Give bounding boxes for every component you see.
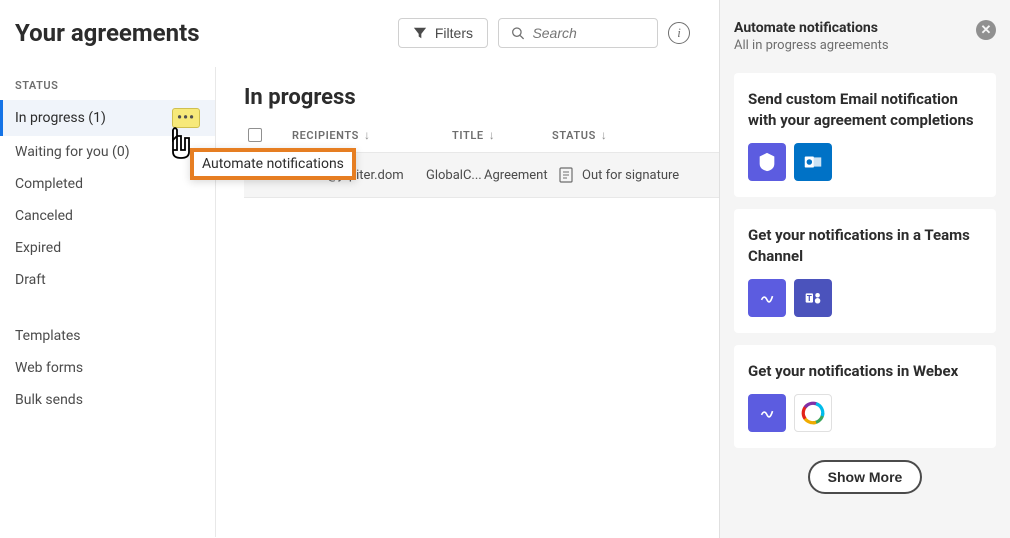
card-icons — [748, 143, 982, 181]
card-email[interactable]: Send custom Email notification with your… — [734, 73, 996, 197]
col-check — [244, 128, 292, 142]
panel-header: Automate notifications All in progress a… — [734, 20, 996, 53]
cursor-icon — [163, 122, 197, 162]
adobe-sign-icon — [748, 394, 786, 432]
card-title: Get your notifications in a Teams Channe… — [748, 225, 982, 267]
adobe-sign-icon — [748, 279, 786, 317]
close-icon[interactable]: ✕ — [976, 20, 996, 40]
filters-label: Filters — [435, 25, 473, 41]
info-icon[interactable]: i — [668, 22, 690, 44]
adobe-sign-icon — [748, 143, 786, 181]
sidebar-item-label: Expired — [15, 240, 61, 256]
outlook-icon — [794, 143, 832, 181]
sidebar-item-label: Templates — [15, 328, 81, 344]
header-controls: Filters i — [398, 18, 690, 48]
sidebar-heading: STATUS — [0, 79, 215, 100]
row-type: Agreement — [484, 168, 558, 183]
sidebar-item-expired[interactable]: Expired — [0, 232, 215, 264]
popup-label: Automate notifications — [202, 156, 344, 172]
col-recipients[interactable]: RECIPIENTS ↓ — [292, 128, 432, 142]
sidebar-item-canceled[interactable]: Canceled — [0, 200, 215, 232]
card-teams[interactable]: Get your notifications in a Teams Channe… — [734, 209, 996, 333]
sidebar-item-label: Canceled — [15, 208, 73, 224]
show-more-button[interactable]: Show More — [808, 460, 923, 494]
sidebar-item-bulksends[interactable]: Bulk sends — [0, 384, 215, 416]
sidebar-item-label: Web forms — [15, 360, 83, 376]
checkbox-all[interactable] — [248, 128, 262, 142]
svg-text:T: T — [807, 294, 812, 304]
col-label: RECIPIENTS — [292, 129, 359, 142]
filter-icon — [413, 26, 427, 40]
webex-icon — [794, 394, 832, 432]
search-input[interactable] — [532, 25, 645, 41]
document-icon — [558, 167, 574, 183]
teams-icon: T — [794, 279, 832, 317]
sort-icon: ↓ — [489, 128, 496, 142]
filters-button[interactable]: Filters — [398, 18, 488, 48]
page-title: Your agreements — [15, 19, 200, 47]
card-title: Send custom Email notification with your… — [748, 89, 982, 131]
search-icon — [511, 25, 524, 41]
card-title: Get your notifications in Webex — [748, 361, 982, 382]
col-title[interactable]: TITLE ↓ — [432, 128, 552, 142]
sidebar-item-label: Completed — [15, 176, 83, 192]
right-panel: Automate notifications All in progress a… — [719, 0, 1010, 538]
card-webex[interactable]: Get your notifications in Webex — [734, 345, 996, 448]
col-label: STATUS — [552, 129, 596, 142]
sidebar-item-completed[interactable]: Completed — [0, 168, 215, 200]
sidebar-group: Templates Web forms Bulk sends — [0, 320, 215, 416]
panel-subtitle: All in progress agreements — [734, 38, 889, 53]
panel-title: Automate notifications — [734, 20, 889, 36]
card-icons: T — [748, 279, 982, 317]
popup-automate-notifications[interactable]: Automate notifications — [190, 148, 356, 180]
card-icons — [748, 394, 982, 432]
sort-icon: ↓ — [601, 128, 608, 142]
sidebar-item-label: Bulk sends — [15, 392, 83, 408]
col-label: TITLE — [452, 129, 484, 142]
search-box[interactable] — [498, 18, 658, 48]
sidebar-item-templates[interactable]: Templates — [0, 320, 215, 352]
sort-icon: ↓ — [364, 128, 371, 142]
sidebar-item-draft[interactable]: Draft — [0, 264, 215, 296]
col-status[interactable]: STATUS ↓ — [552, 128, 692, 142]
row-title: GlobalC... — [426, 168, 484, 183]
sidebar-item-label: In progress (1) — [15, 110, 106, 126]
sidebar-item-label: Waiting for you (0) — [15, 144, 130, 160]
row-status: Out for signature — [558, 167, 679, 183]
status-text: Out for signature — [582, 168, 679, 183]
sidebar-item-webforms[interactable]: Web forms — [0, 352, 215, 384]
sidebar-item-label: Draft — [15, 272, 46, 288]
